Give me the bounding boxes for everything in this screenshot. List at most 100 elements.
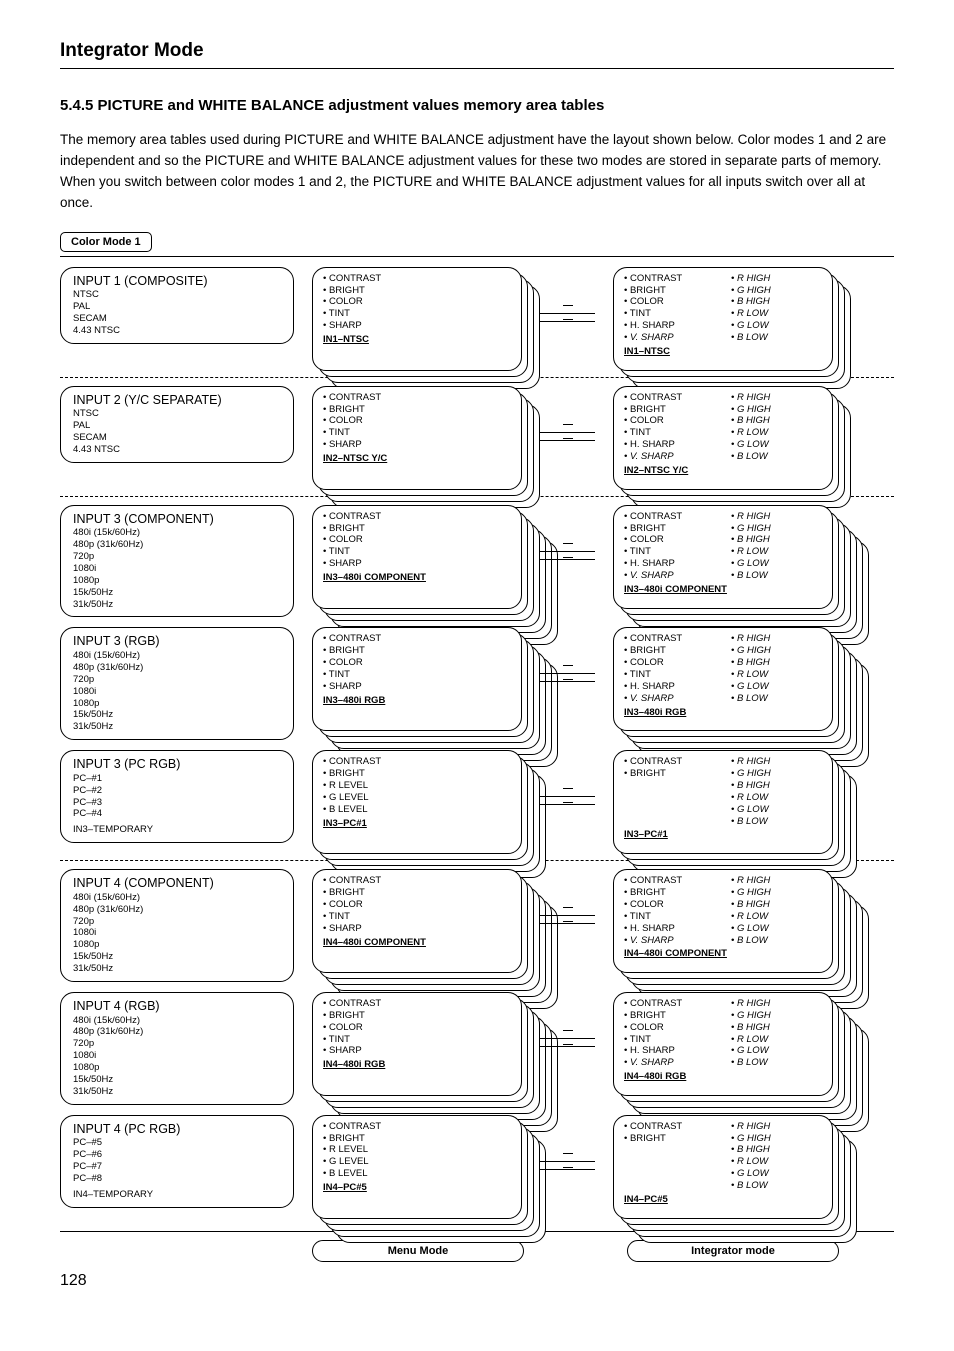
menu-card-stack: • CONTRAST• BRIGHT• COLOR• TINT• SHARPIN… [312,505,522,609]
card-label: IN4–480i RGB [323,1059,513,1071]
input-sub: 4.43 NTSC [73,444,283,456]
card-item: • COLOR [624,534,717,546]
card-item: • TINT [323,669,513,681]
input-sub: NTSC [73,408,283,420]
integrator-card-stack: • CONTRAST• BRIGHT• COLOR• TINT• H. SHAR… [613,267,833,371]
card-item: • R LOW [731,427,824,439]
input-sub: 480i (15k/60Hz) [73,892,283,904]
card-item: • BRIGHT [624,887,717,899]
input-sub: 480p (31k/60Hz) [73,539,283,551]
integrator-card-stack: • CONTRAST• BRIGHT• COLOR• TINT• H. SHAR… [613,627,833,731]
input-sub: 1080i [73,563,283,575]
card-item: • BRIGHT [323,887,513,899]
card-item: • COLOR [323,534,513,546]
card-item: • R LOW [731,792,824,804]
input-sub: 31k/50Hz [73,599,283,611]
card-item: • SHARP [323,923,513,935]
card-item: • CONTRAST [624,273,717,285]
card-item: • SHARP [323,439,513,451]
input-sub: 31k/50Hz [73,963,283,975]
card-label: IN4–PC#5 [624,1194,824,1206]
card-item: • H. SHARP [624,923,717,935]
color-mode-badge: Color Mode 1 [60,232,152,252]
card-item: • B HIGH [731,1144,824,1156]
card-item: • H. SHARP [624,1045,717,1057]
card-item: • R LEVEL [323,780,513,792]
card-item: • BRIGHT [323,1133,513,1145]
input-title: INPUT 2 (Y/C SEPARATE) [73,393,283,409]
memory-group: INPUT 4 (PC RGB)PC–#5PC–#6PC–#7PC–#8IN4–… [60,1109,894,1223]
card-item: • CONTRAST [323,875,513,887]
menu-card-stack: • CONTRAST• BRIGHT• COLOR• TINT• SHARPIN… [312,267,522,371]
integrator-card-stack: • CONTRAST• BRIGHT• R HIGH• G HIGH• B HI… [613,750,833,854]
memory-group: INPUT 4 (COMPONENT)480i (15k/60Hz)480p (… [60,863,894,986]
card-item: • G LEVEL [323,1156,513,1168]
card-item: • TINT [323,308,513,320]
card-item: • R HIGH [731,633,824,645]
card-label: IN1–NTSC [624,346,824,358]
card-item: • TINT [323,911,513,923]
card-item: • BRIGHT [624,523,717,535]
card-item: • R HIGH [731,273,824,285]
card-item: • H. SHARP [624,320,717,332]
card-item: • B HIGH [731,780,824,792]
card-item: • V. SHARP [624,451,717,463]
card-label: IN4–480i COMPONENT [323,937,513,949]
card-item: • CONTRAST [323,998,513,1010]
integrator-card-stack: • CONTRAST• BRIGHT• COLOR• TINT• H. SHAR… [613,505,833,609]
card-item: • TINT [624,669,717,681]
card-item: • R LOW [731,308,824,320]
memory-group: INPUT 2 (Y/C SEPARATE)NTSCPALSECAM4.43 N… [60,380,894,494]
input-sub: NTSC [73,289,283,301]
card-label: IN3–480i COMPONENT [624,584,824,596]
input-sub: SECAM [73,313,283,325]
card-item: • G LEVEL [323,792,513,804]
card-item: • BRIGHT [323,523,513,535]
card-item: • TINT [624,911,717,923]
memory-group: INPUT 3 (COMPONENT)480i (15k/60Hz)480p (… [60,499,894,622]
input-sub: 1080p [73,575,283,587]
card-item: • COLOR [323,296,513,308]
integrator-card-stack: • CONTRAST• BRIGHT• COLOR• TINT• H. SHAR… [613,386,833,490]
card-item: • R LOW [731,669,824,681]
memory-group: INPUT 3 (PC RGB)PC–#1PC–#2PC–#3PC–#4IN3–… [60,744,894,858]
card-item: • G HIGH [731,1133,824,1145]
card-item: • B LOW [731,1057,824,1069]
card-item: • CONTRAST [323,392,513,404]
integrator-card-stack: • CONTRAST• BRIGHT• COLOR• TINT• H. SHAR… [613,992,833,1096]
card-item: • B LOW [731,451,824,463]
card-item: • G LOW [731,558,824,570]
memory-group: INPUT 3 (RGB)480i (15k/60Hz)480p (31k/60… [60,621,894,744]
card-item: • CONTRAST [323,756,513,768]
card-item: • TINT [624,308,717,320]
card-item: • R HIGH [731,875,824,887]
card-item: • R LOW [731,911,824,923]
card-item: • BRIGHT [323,404,513,416]
input-title: INPUT 3 (COMPONENT) [73,512,283,528]
card-item: • R LOW [731,1034,824,1046]
input-sub: 480p (31k/60Hz) [73,904,283,916]
card-item: • G LOW [731,320,824,332]
input-sub: 1080i [73,927,283,939]
input-box: INPUT 4 (PC RGB)PC–#5PC–#6PC–#7PC–#8IN4–… [60,1115,294,1208]
connector-icon [540,1115,595,1219]
input-sub: 31k/50Hz [73,721,283,733]
card-front: • CONTRAST• BRIGHT• COLOR• TINT• SHARPIN… [312,386,522,490]
input-sub: 720p [73,674,283,686]
input-box: INPUT 3 (COMPONENT)480i (15k/60Hz)480p (… [60,505,294,618]
card-item: • V. SHARP [624,693,717,705]
card-label: IN2–NTSC Y/C [323,453,513,465]
card-label: IN4–480i RGB [624,1071,824,1083]
card-item: • BRIGHT [624,768,717,780]
input-box: INPUT 3 (RGB)480i (15k/60Hz)480p (31k/60… [60,627,294,740]
input-box: INPUT 2 (Y/C SEPARATE)NTSCPALSECAM4.43 N… [60,386,294,463]
card-item: • R LEVEL [323,1144,513,1156]
card-item: • CONTRAST [323,511,513,523]
card-front: • CONTRAST• BRIGHT• R LEVEL• G LEVEL• B … [312,1115,522,1219]
card-item: • TINT [323,546,513,558]
card-item: • CONTRAST [624,511,717,523]
card-item: • BRIGHT [323,1010,513,1022]
integrator-card-stack: • CONTRAST• BRIGHT• COLOR• TINT• H. SHAR… [613,869,833,973]
menu-card-stack: • CONTRAST• BRIGHT• COLOR• TINT• SHARPIN… [312,992,522,1096]
card-label: IN4–PC#5 [323,1182,513,1194]
